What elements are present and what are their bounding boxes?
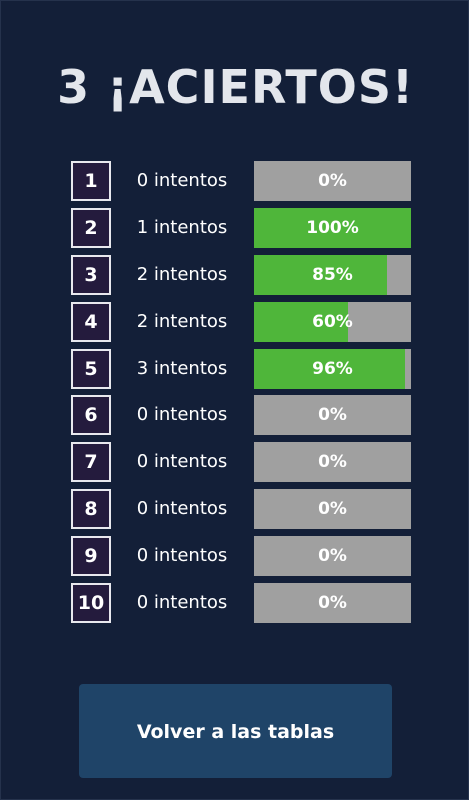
progress-bar: 0% (254, 395, 411, 435)
progress-percent-label: 0% (318, 452, 347, 472)
table-number-badge: 3 (71, 255, 111, 295)
progress-percent-label: 100% (306, 218, 359, 238)
progress-percent-label: 60% (312, 312, 353, 332)
result-row: 2 1 intentos 100% (1, 208, 469, 248)
table-number-badge: 8 (71, 489, 111, 529)
progress-percent-label: 0% (318, 499, 347, 519)
attempts-label: 2 intentos (136, 311, 228, 332)
progress-percent-label: 0% (318, 593, 347, 613)
progress-bar: 0% (254, 536, 411, 576)
progress-bar: 100% (254, 208, 411, 248)
attempts-label: 0 intentos (136, 170, 228, 191)
table-number-badge: 1 (71, 161, 111, 201)
attempts-label: 1 intentos (136, 217, 228, 238)
result-row: 9 0 intentos 0% (1, 536, 469, 576)
attempts-label: 0 intentos (136, 545, 228, 566)
result-row: 6 0 intentos 0% (1, 395, 469, 435)
result-row: 5 3 intentos 96% (1, 349, 469, 389)
page-title: 3 ¡Aciertos! (57, 60, 414, 114)
progress-bar: 60% (254, 302, 411, 342)
progress-bar: 0% (254, 161, 411, 201)
attempts-label: 3 intentos (136, 358, 228, 379)
result-row: 8 0 intentos 0% (1, 489, 469, 529)
back-to-tables-button[interactable]: Volver a las tablas (79, 684, 392, 778)
attempts-label: 0 intentos (136, 451, 228, 472)
progress-bar: 96% (254, 349, 411, 389)
table-number-badge: 10 (71, 583, 111, 623)
results-screen: 3 ¡Aciertos! 1 0 intentos 0% 2 1 intento… (0, 0, 469, 800)
result-row: 4 2 intentos 60% (1, 302, 469, 342)
progress-percent-label: 0% (318, 546, 347, 566)
progress-percent-label: 96% (312, 359, 353, 379)
progress-percent-label: 85% (312, 265, 353, 285)
result-row: 3 2 intentos 85% (1, 255, 469, 295)
progress-bar: 0% (254, 442, 411, 482)
progress-bar: 0% (254, 583, 411, 623)
progress-bar: 0% (254, 489, 411, 529)
table-number-badge: 5 (71, 349, 111, 389)
progress-percent-label: 0% (318, 405, 347, 425)
result-row: 10 0 intentos 0% (1, 583, 469, 623)
table-number-badge: 9 (71, 536, 111, 576)
attempts-label: 0 intentos (136, 498, 228, 519)
attempts-label: 0 intentos (136, 592, 228, 613)
attempts-label: 0 intentos (136, 404, 228, 425)
table-number-badge: 2 (71, 208, 111, 248)
attempts-label: 2 intentos (136, 264, 228, 285)
result-row: 1 0 intentos 0% (1, 161, 469, 201)
result-row: 7 0 intentos 0% (1, 442, 469, 482)
table-number-badge: 6 (71, 395, 111, 435)
table-number-badge: 7 (71, 442, 111, 482)
table-number-badge: 4 (71, 302, 111, 342)
progress-bar: 85% (254, 255, 411, 295)
progress-percent-label: 0% (318, 171, 347, 191)
